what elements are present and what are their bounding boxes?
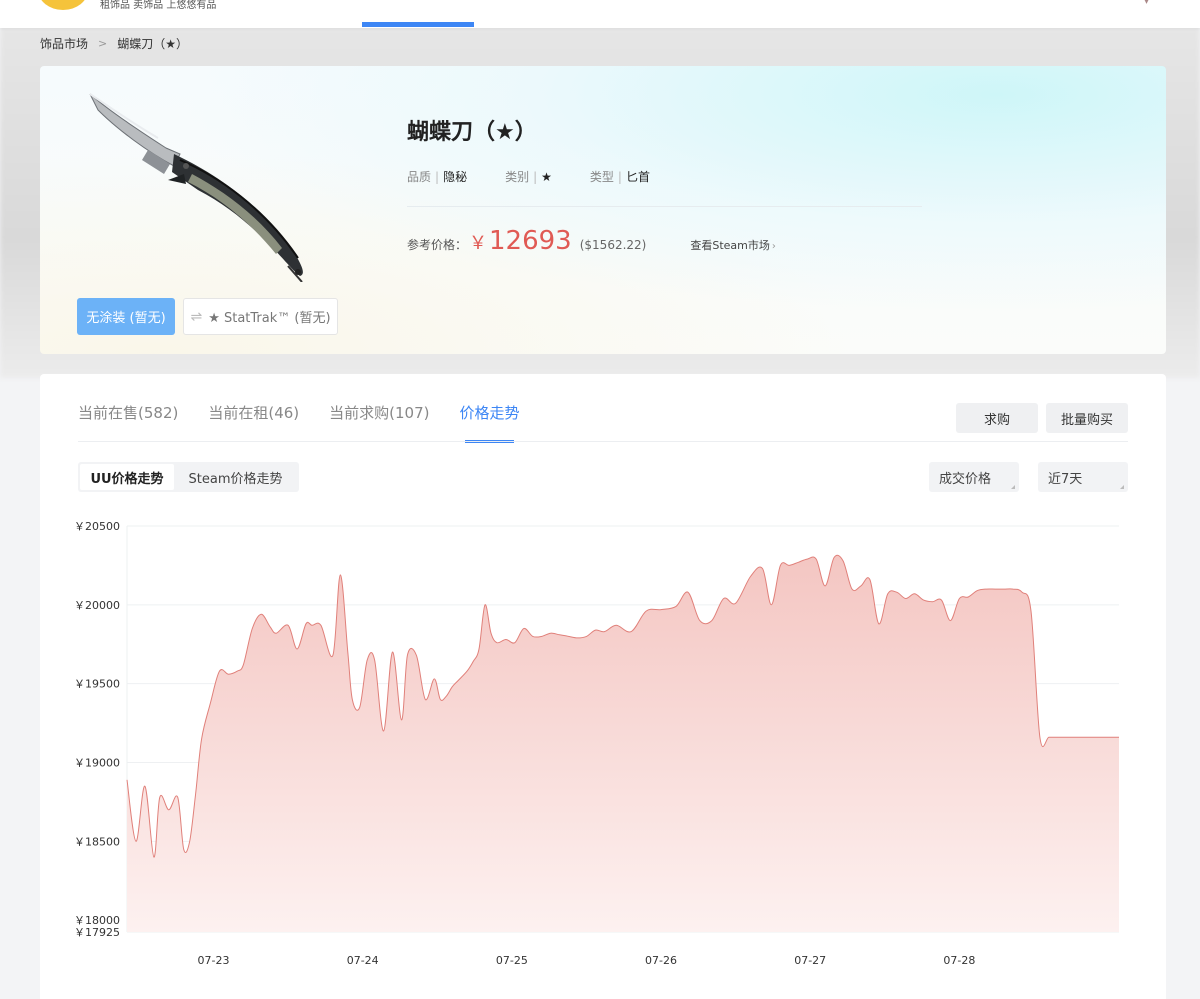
price-currency: ￥ <box>469 233 488 254</box>
x-tick-label: 07-27 <box>794 954 826 967</box>
butterfly-knife-image <box>89 93 303 282</box>
range-select[interactable]: 近7天 <box>1038 462 1128 492</box>
select-arrow-icon <box>1120 485 1124 489</box>
variant-no-finish-button[interactable]: 无涂装 (暂无) <box>77 298 175 335</box>
tab-price-trend[interactable]: 价格走势 <box>459 402 520 443</box>
y-tick-label: ￥20500 <box>74 520 120 533</box>
y-tick-label: ￥18500 <box>74 835 120 848</box>
x-tick-label: 07-24 <box>347 954 379 967</box>
top-navbar: 租饰品 卖饰品 上悠悠有品 ▾ <box>0 0 1200 28</box>
x-tick-label: 07-28 <box>943 954 975 967</box>
price-row: 参考价格： ￥ 12693 ($1562.22) 查看Steam市场 › <box>407 226 776 256</box>
price-usd: ($1562.22) <box>579 238 647 252</box>
logo-icon[interactable] <box>38 0 88 10</box>
steam-market-link[interactable]: 查看Steam市场 › <box>690 237 776 253</box>
breadcrumb-separator: > <box>98 37 108 50</box>
product-card: 无涂装 (暂无) ⇌ ★ StatTrak™ (暂无) 蝴蝶刀（★） 品质 | 隐秘… <box>40 66 1166 354</box>
trend-panel: 当前在售(582) 当前在租(46) 当前求购(107) 价格走势 求购 批量购… <box>40 374 1166 999</box>
trend-source-toggle: UU价格走势 Steam价格走势 <box>78 462 299 492</box>
site-tagline: 租饰品 卖饰品 上悠悠有品 <box>100 0 217 11</box>
buy-request-button[interactable]: 求购 <box>956 403 1038 433</box>
y-tick-label: ￥17925 <box>74 926 120 939</box>
user-icon[interactable]: ▾ <box>1144 0 1149 7</box>
y-tick-label: ￥19500 <box>74 678 120 691</box>
price-trend-chart: ￥20500￥20000￥19500￥19000￥18500￥18000￥179… <box>74 520 1119 967</box>
product-divider <box>407 206 922 207</box>
y-tick-label: ￥20000 <box>74 599 120 612</box>
tab-divider <box>78 441 1128 442</box>
active-nav-indicator <box>362 22 474 27</box>
variant-stattrak-button[interactable]: ⇌ ★ StatTrak™ (暂无) <box>183 298 338 335</box>
tab-buy-orders[interactable]: 当前求购(107) <box>329 402 429 443</box>
chevron-right-icon: › <box>771 241 776 252</box>
breadcrumb-market[interactable]: 饰品市场 <box>40 35 88 52</box>
x-tick-label: 07-26 <box>645 954 677 967</box>
y-tick-label: ￥19000 <box>74 757 120 770</box>
attr-quality: 品质 | 隐秘 <box>407 170 468 184</box>
select-arrow-icon <box>1011 485 1015 489</box>
product-title: 蝴蝶刀（★） <box>407 120 537 145</box>
price-area <box>127 555 1119 932</box>
breadcrumb-current: 蝴蝶刀（★） <box>117 37 188 51</box>
tab-on-sale[interactable]: 当前在售(582) <box>78 402 178 443</box>
source-steam-option[interactable]: Steam价格走势 <box>174 464 297 490</box>
source-uu-option[interactable]: UU价格走势 <box>80 464 174 490</box>
tab-rental[interactable]: 当前在租(46) <box>208 402 299 443</box>
variant-stattrak-label: ★ StatTrak™ (暂无) <box>208 311 331 326</box>
tab-bar: 当前在售(582) 当前在租(46) 当前求购(107) 价格走势 <box>78 402 520 443</box>
product-attributes: 品质 | 隐秘 类别 | ★ 类型 | 匕首 <box>407 168 650 185</box>
x-tick-label: 07-23 <box>198 954 230 967</box>
bulk-buy-button[interactable]: 批量购买 <box>1046 403 1128 433</box>
swap-icon: ⇌ <box>190 308 203 325</box>
price-value: 12693 <box>489 226 572 256</box>
attr-type: 类型 | 匕首 <box>589 170 650 184</box>
price-type-select[interactable]: 成交价格 <box>929 462 1019 492</box>
attr-category: 类别 | ★ <box>505 170 552 184</box>
x-tick-label: 07-25 <box>496 954 528 967</box>
breadcrumb: 饰品市场 > 蝴蝶刀（★） <box>40 35 188 52</box>
price-label: 参考价格： <box>407 238 468 252</box>
